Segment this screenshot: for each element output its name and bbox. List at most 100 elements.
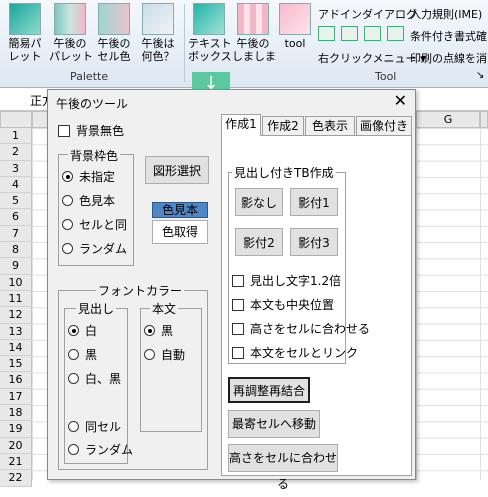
tab-create2[interactable]: 作成2 <box>262 116 304 136</box>
row-header[interactable]: 18 <box>0 405 32 422</box>
row-header[interactable]: 11 <box>0 290 32 308</box>
group-launcher-icon[interactable]: ↘ <box>476 70 484 81</box>
heading-radio-random[interactable]: ランダム <box>68 441 133 458</box>
shadow2-button[interactable]: 影付2 <box>235 228 283 256</box>
row-header[interactable]: 2 <box>0 144 32 161</box>
group-separator <box>184 4 185 82</box>
row-header[interactable]: 1 <box>0 128 32 145</box>
tab-with-image[interactable]: 画像付き <box>356 116 412 136</box>
radio-dot <box>144 349 155 360</box>
row-header[interactable]: 9 <box>0 258 32 275</box>
row-header[interactable]: 4 <box>0 176 32 194</box>
tool-group-label: Tool <box>375 70 397 83</box>
simple-palette-label: 簡易パ レット <box>8 37 42 63</box>
radio-label: ランダム <box>85 443 134 457</box>
stripes-icon <box>237 3 269 35</box>
bg-radio-unspecified[interactable]: 未指定 <box>62 168 115 185</box>
stripes-button[interactable]: 午後の しましま <box>232 3 276 63</box>
row-header[interactable]: 19 <box>0 421 32 438</box>
tab-create1[interactable]: 作成1 <box>221 114 261 136</box>
row-headers: 1 2 3 4 5 6 7 8 9 10 11 12 13 14 15 16 1… <box>0 128 32 487</box>
checkbox-label: 本文をセルとリンク <box>250 346 359 360</box>
tab-color-display[interactable]: 色表示 <box>305 116 355 136</box>
layout-icon[interactable] <box>318 26 335 41</box>
what-color-button[interactable]: 午後は 何色？ <box>137 3 179 63</box>
layout-icon[interactable] <box>387 26 404 41</box>
palette-group-label: Palette <box>70 70 109 83</box>
shape-select-button[interactable]: 図形選択 <box>145 156 209 184</box>
tb-create-title: 見出し付きTB作成 <box>232 164 336 181</box>
dialog-title: 午後のツール <box>56 97 129 111</box>
no-shadow-button[interactable]: 影なし <box>235 188 283 216</box>
cell-color-label: 午後の セル色 <box>97 37 131 63</box>
move-nearest-cell-button[interactable]: 最寄セルへ移動 <box>228 410 320 438</box>
what-color-icon <box>142 3 174 35</box>
radio-dot <box>68 444 79 455</box>
row-header[interactable]: 13 <box>0 323 32 340</box>
row-header[interactable]: 8 <box>0 242 32 259</box>
heading-scale-checkbox[interactable]: 見出し文字1.2倍 <box>232 272 341 289</box>
row-header[interactable]: 12 <box>0 307 32 324</box>
radio-dot <box>62 243 73 254</box>
checkbox-box <box>58 125 70 137</box>
input-rule-item[interactable]: 入力規則(IME) <box>410 6 482 22</box>
row-header[interactable]: 22 <box>0 470 32 487</box>
heading-radio-same-cell[interactable]: 同セル <box>68 418 121 435</box>
color-pick-button[interactable]: 色取得 <box>152 220 208 244</box>
no-background-checkbox[interactable]: 背景無色 <box>58 122 124 139</box>
tool-icon <box>279 3 311 35</box>
heading-radio-white[interactable]: 白 <box>68 322 97 339</box>
layout-icon[interactable] <box>364 26 381 41</box>
conditional-format-item[interactable]: 条件付き書式確 <box>410 28 487 44</box>
radio-dot <box>62 171 73 182</box>
shadow3-button[interactable]: 影付3 <box>290 228 338 256</box>
addin-dialog-item[interactable]: アドインダイアログ <box>318 6 417 22</box>
fit-cell-height-button[interactable]: 高さをセルに合わせる <box>228 444 338 491</box>
bg-radio-same-cell[interactable]: セルと同 <box>62 216 127 233</box>
radio-label: ランダム <box>79 242 128 256</box>
body-radio-black[interactable]: 黒 <box>144 322 173 339</box>
column-header-g[interactable]: G <box>416 111 480 128</box>
bg-radio-sample[interactable]: 色見本 <box>62 192 115 209</box>
fit-height-checkbox[interactable]: 高さをセルに合わせる <box>232 320 370 337</box>
body-center-checkbox[interactable]: 本文も中央位置 <box>232 296 334 313</box>
close-icon[interactable]: ✕ <box>394 91 407 110</box>
heading-radio-white-black[interactable]: 白、黒 <box>68 370 121 387</box>
tool-button[interactable]: tool <box>274 3 316 50</box>
row-header[interactable]: 6 <box>0 209 32 226</box>
row-header[interactable]: 10 <box>0 274 32 291</box>
radio-label: 白、黒 <box>85 372 122 386</box>
heading-radio-black[interactable]: 黒 <box>68 346 97 363</box>
print-dots-item[interactable]: 印刷の点線を消 <box>410 50 487 66</box>
row-header[interactable]: 7 <box>0 225 32 243</box>
row-header[interactable]: 16 <box>0 372 32 389</box>
readjust-merge-button[interactable]: 再調整再結合 <box>228 377 310 403</box>
row-header[interactable]: 3 <box>0 160 32 177</box>
radio-label: 黒 <box>161 324 174 338</box>
checkbox-box <box>232 323 244 335</box>
row-header[interactable]: 5 <box>0 193 32 210</box>
column-header[interactable] <box>480 111 488 128</box>
radio-label: 白 <box>85 324 98 338</box>
bg-frame-title: 背景枠色 <box>68 147 121 164</box>
row-header[interactable]: 20 <box>0 437 32 454</box>
cell-color-button[interactable]: 午後の セル色 <box>93 3 135 63</box>
shadow1-button[interactable]: 影付1 <box>290 188 338 216</box>
row-header[interactable]: 14 <box>0 339 32 357</box>
simple-palette-button[interactable]: 簡易パ レット <box>4 3 46 63</box>
bg-radio-random[interactable]: ランダム <box>62 240 127 257</box>
textbox-button[interactable]: テキスト ボックス <box>188 3 232 63</box>
afternoon-palette-button[interactable]: 午後の パレット <box>49 3 93 63</box>
radio-label: セルと同 <box>79 218 128 232</box>
row-header[interactable]: 21 <box>0 453 32 471</box>
layout-icon[interactable] <box>341 26 358 41</box>
checkbox-label: 見出し文字1.2倍 <box>250 274 342 288</box>
tool-label: tool <box>284 37 306 50</box>
textbox-icon <box>193 3 225 35</box>
row-header[interactable]: 17 <box>0 388 32 406</box>
link-cell-checkbox[interactable]: 本文をセルとリンク <box>232 344 358 361</box>
body-radio-auto[interactable]: 自動 <box>144 346 185 363</box>
select-all-corner[interactable] <box>0 111 32 128</box>
checkbox-label: 本文も中央位置 <box>250 298 335 312</box>
row-header[interactable]: 15 <box>0 356 32 373</box>
